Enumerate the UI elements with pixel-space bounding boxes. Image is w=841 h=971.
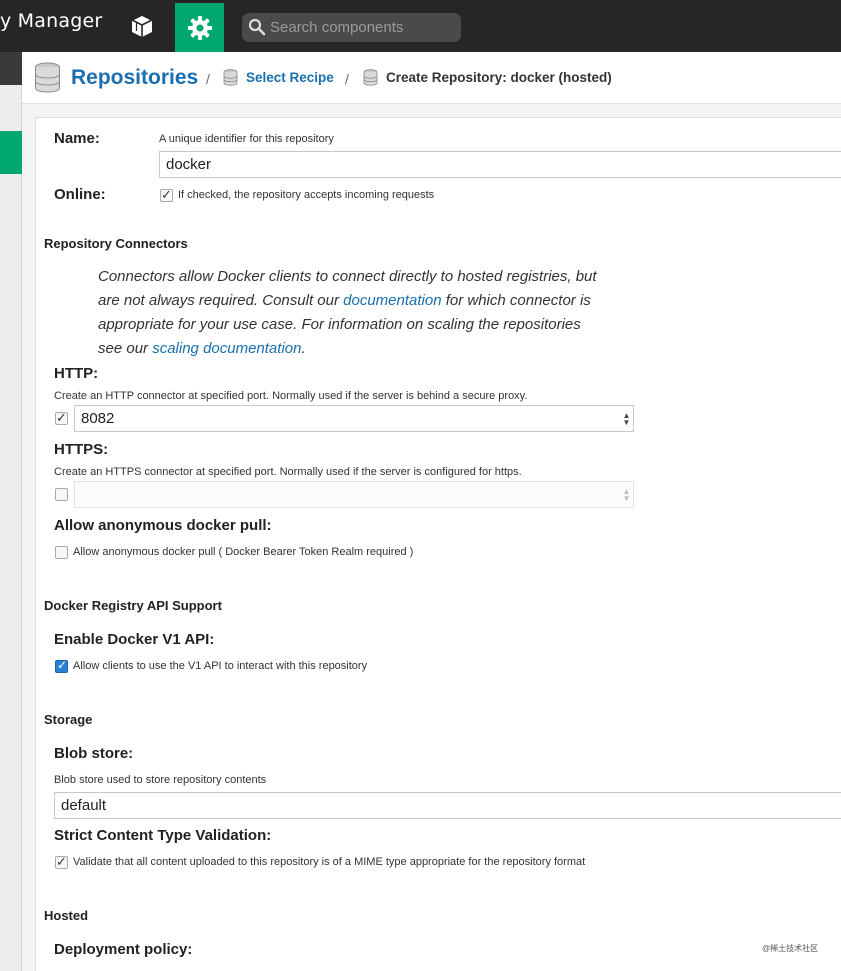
online-checkbox-label: If checked, the repository accepts incom… [178, 189, 435, 201]
blob-store-label: Blob store: [54, 745, 134, 762]
https-port-stepper[interactable]: ▲ ▼ [620, 481, 633, 508]
https-port-input[interactable] [74, 481, 634, 508]
http-checkbox[interactable] [55, 410, 68, 426]
scaling-documentation-link[interactable]: scaling documentation [152, 340, 301, 357]
breadcrumb-current-label: Create Repository: docker (hosted) [386, 70, 612, 85]
anonymous-pull-label: Allow anonymous docker pull: [54, 517, 272, 534]
top-bar: y Manager [0, 0, 841, 52]
sidebar-item-active[interactable] [0, 131, 22, 174]
app-title: y Manager [0, 10, 103, 32]
strict-validation-label: Strict Content Type Validation: [54, 827, 272, 844]
breadcrumb-separator: / [345, 71, 349, 87]
browse-button[interactable] [118, 4, 166, 48]
http-port-input[interactable]: 8082 [74, 405, 634, 432]
administration-button[interactable] [175, 3, 224, 52]
blob-store-help: Blob store used to store repository cont… [54, 774, 267, 786]
breadcrumb-root-label[interactable]: Repositories [71, 66, 198, 90]
http-port-stepper[interactable]: ▲ ▼ [620, 405, 633, 432]
online-label: Online: [54, 186, 106, 203]
https-checkbox[interactable] [55, 488, 68, 501]
api-section-title: Docker Registry API Support [44, 598, 222, 613]
online-checkbox[interactable] [160, 187, 173, 203]
hosted-section-title: Hosted [44, 908, 89, 923]
search-icon [248, 18, 266, 36]
watermark: @稀土技术社区 [762, 944, 819, 953]
database-icon [363, 69, 378, 86]
connectors-section-title: Repository Connectors [44, 236, 188, 251]
v1-api-label: Enable Docker V1 API: [54, 631, 215, 648]
connectors-info-text-3: . [301, 340, 306, 357]
cube-icon [130, 14, 154, 37]
breadcrumb-current: Create Repository: docker (hosted) [363, 69, 612, 86]
documentation-link[interactable]: documentation [343, 292, 441, 309]
database-icon [223, 69, 238, 86]
v1-api-checkbox-label: Allow clients to use the V1 API to inter… [73, 660, 368, 672]
https-label: HTTPS: [54, 441, 109, 458]
https-help: Create an HTTPS connector at specified p… [54, 466, 522, 478]
http-label: HTTP: [54, 365, 99, 382]
database-icon [35, 62, 60, 93]
name-help: A unique identifier for this repository [159, 133, 334, 145]
left-sidebar [0, 52, 22, 971]
breadcrumb: Repositories / Select Recipe / Create Re… [22, 52, 841, 104]
breadcrumb-repositories[interactable]: Repositories [34, 62, 198, 93]
strict-validation-checkbox-label: Validate that all content uploaded to th… [73, 856, 586, 868]
anonymous-pull-checkbox-label: Allow anonymous docker pull ( Docker Bea… [73, 546, 414, 558]
search-input[interactable] [270, 16, 455, 39]
storage-section-title: Storage [44, 712, 93, 727]
blob-store-select[interactable]: default [54, 792, 841, 819]
name-input[interactable]: docker [159, 151, 841, 178]
sidebar-header [0, 52, 22, 85]
name-label: Name: [54, 130, 100, 147]
connectors-info: Connectors allow Docker clients to conne… [98, 265, 598, 361]
gear-icon [187, 15, 212, 40]
v1-api-checkbox[interactable] [55, 658, 68, 673]
deployment-policy-label: Deployment policy: [54, 941, 193, 958]
strict-validation-checkbox[interactable] [55, 854, 68, 870]
breadcrumb-select-recipe[interactable]: Select Recipe [223, 69, 334, 86]
stepper-down-icon[interactable]: ▼ [623, 418, 631, 426]
http-help: Create an HTTP connector at specified po… [54, 390, 528, 402]
breadcrumb-recipe-label[interactable]: Select Recipe [246, 70, 334, 85]
search-box[interactable] [242, 13, 461, 42]
stepper-down-icon[interactable]: ▼ [623, 494, 631, 502]
anonymous-pull-checkbox[interactable] [55, 546, 68, 559]
breadcrumb-separator: / [206, 71, 210, 87]
